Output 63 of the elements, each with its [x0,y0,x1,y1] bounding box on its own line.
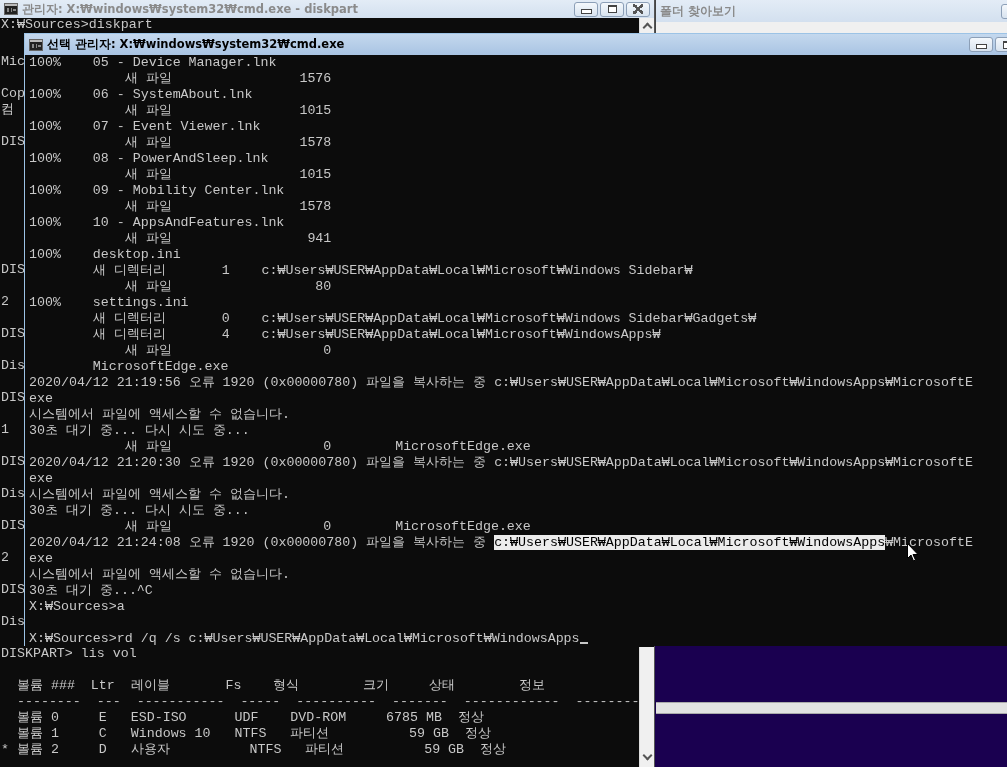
console-line: DIS [1,518,25,534]
console-line: 100% 06 - SystemAbout.lnk [29,87,253,103]
console-line: 100% 10 - AppsAndFeatures.lnk [29,215,285,231]
console-line: Mic [1,54,25,70]
console-line: exe [29,391,53,407]
console-line: 100% 09 - Mobility Center.lnk [29,183,285,199]
console-line: Cop [1,86,25,102]
console-line: 새 파일 1576 [123,71,332,87]
console-line: 새 디렉터리 1 c:₩Users₩USER₩AppData₩Local₩Microsoft₩Windows Sidebar₩ [91,263,693,279]
console-line: 볼륨 1 C Windows 10 NTFS 파티션 59 GB 정상 [15,726,491,742]
console-line: 100% 07 - Event Viewer.lnk [29,119,261,135]
console-line: -------- --- ----------- ----- ---------- ------- ------------ -------- [15,694,640,710]
console-line: 시스템에서 파일에 액세스할 수 없습니다. [29,407,290,423]
console-line: 30초 대기 중...^C [29,583,153,599]
console-line: exe [29,551,53,567]
console-line: X:₩Sources>a [29,599,125,615]
console-line: 새 파일 1578 [123,135,332,151]
console-line: 30초 대기 중... 다시 시도 중... [29,503,250,519]
window-title: 폴더 찾아보기 [660,3,736,19]
console-line: 2020/04/12 21:19:56 오류 1920 (0x00000780) 파일을 복사하는 중 c:₩Users₩USER₩AppData₩Local₩Microsoft₩WindowsApps₩MicrosoftE [29,375,973,391]
console-line: DISKPART> lis vol [1,646,137,662]
window-title: 관리자: X:₩windows₩system32₩cmd.exe - diskpart [22,1,358,17]
console-line: 새 디렉터리 4 c:₩Users₩USER₩AppData₩Local₩Microsoft₩WindowsApps₩ [91,327,661,343]
window-title: 선택 관리자: X:₩windows₩system32₩cmd.exe [47,37,345,52]
console-line: 시스템에서 파일에 액세스할 수 없습니다. [29,567,290,583]
console-line: 100% 08 - PowerAndSleep.lnk [29,151,269,167]
console-line: DIS [1,390,25,406]
console-line: 100% 05 - Device Manager.lnk [29,55,277,71]
console-line: DIS [1,582,25,598]
console-line: Dis [1,358,25,374]
console-line: 시스템에서 파일에 액세스할 수 없습니다. [29,487,290,503]
console-line: 볼륨 0 E ESD-ISO UDF DVD-ROM 6785 MB 정상 [15,710,484,726]
console-line: DIS [1,134,25,150]
console-line: 새 파일 1015 [123,167,332,183]
console-line: 새 파일 80 [123,279,332,295]
console-line: 2 [1,550,9,566]
console-line: 1 [1,422,9,438]
console-line: MicrosoftEdge.exe [91,359,229,375]
console-line: 새 파일 1015 [123,103,332,119]
console-line: exe [29,471,53,487]
console-line: * 볼륨 2 D 사용자 NTFS 파티션 59 GB 정상 [1,742,507,758]
console-line: DIS [1,262,25,278]
console-text: 2020/04/12 21:24:08 오류 1920 (0x00000780) 파일을 복사하는 중 [29,535,488,550]
console-line: Dis [1,486,25,502]
console-line: 새 파일 0 MicrosoftEdge.exe [123,519,531,535]
console-line: 새 파일 0 MicrosoftEdge.exe [123,439,531,455]
console-line: 100% settings.ini [29,295,189,311]
console-line: 2020/04/12 21:20:30 오류 1920 (0x00000780) 파일을 복사하는 중 c:₩Users₩USER₩AppData₩Local₩Microsoft₩WindowsApps₩MicrosoftE [29,455,973,471]
console-line: 100% desktop.ini [29,247,181,263]
console-text: X:₩Sources>rd /q /s c:₩Users₩USER₩AppData₩Local₩Microsoft₩WindowsApps [29,631,580,646]
console-line: DIS [1,454,25,470]
console-line: 새 파일 941 [123,231,332,247]
console-line: DIS [1,326,25,342]
console-line: Dis [1,614,25,630]
console-line: 새 파일 0 [123,343,332,359]
console-line: 30초 대기 중... 다시 시도 중... [29,423,250,439]
console-line: 새 디렉터리 0 c:₩Users₩USER₩AppData₩Local₩Microsoft₩Windows Sidebar₩Gadgets₩ [91,311,757,327]
console-text: ₩MicrosoftE [885,535,973,550]
console-line: 새 파일 1578 [123,199,332,215]
console-line: 볼륨 ### Ltr 레이블 Fs 형식 크기 상태 정보 [15,678,546,694]
console-line: X:₩Sources>diskpart [1,18,154,32]
console-line: 2 [1,294,9,310]
console-line: 컴 [1,102,14,118]
